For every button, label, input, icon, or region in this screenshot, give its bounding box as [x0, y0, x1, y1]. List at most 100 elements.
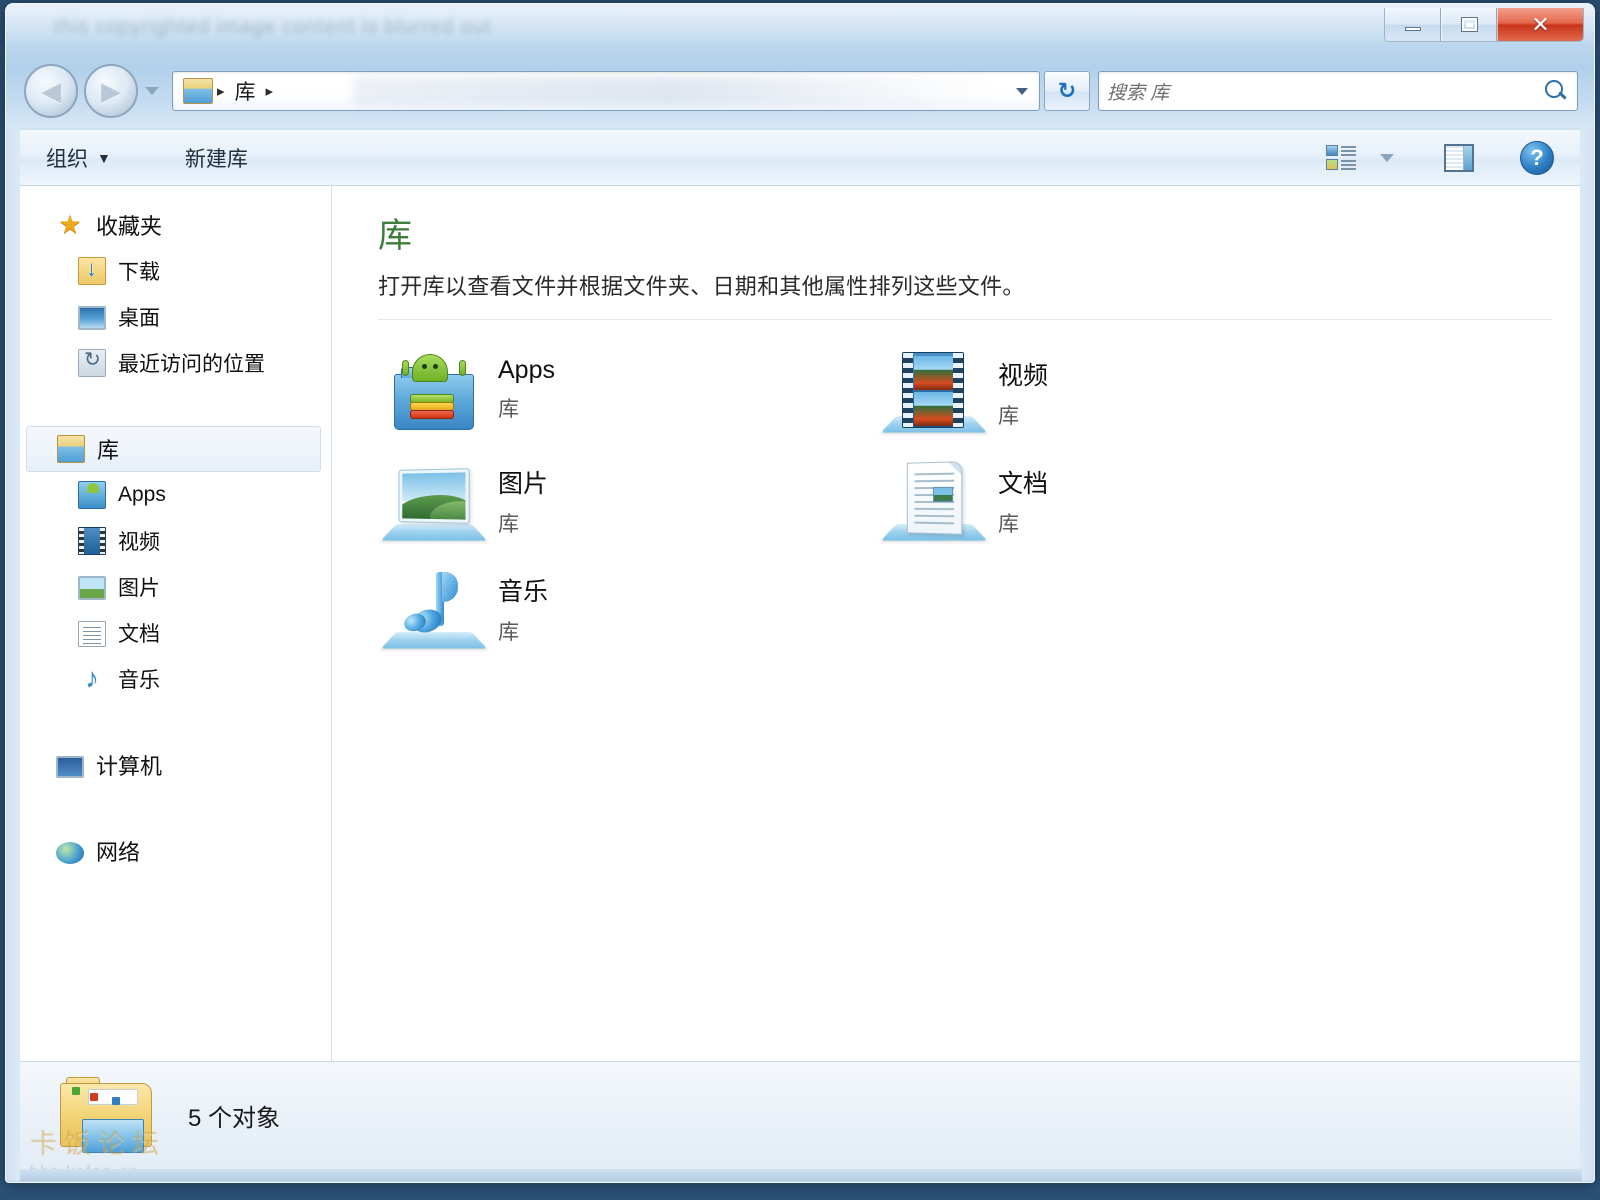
toolbar-right-group: ? [1318, 138, 1582, 178]
sidebar-label-recent-places: 最近访问的位置 [118, 353, 265, 376]
navigation-row: ◀ ▶ ▸ 库 ▸ ↻ 搜索 库 [6, 62, 1594, 120]
music-library-icon [380, 564, 488, 656]
star-icon: ★ [58, 209, 82, 239]
window-controls: ✕ [1384, 8, 1584, 42]
organize-button[interactable]: 组织 ▼ [32, 137, 125, 179]
chevron-down-icon [1380, 153, 1394, 162]
search-input[interactable]: 搜索 库 [1107, 78, 1543, 105]
music-icon: ♪ [85, 663, 99, 693]
library-item-name: 文档 [998, 470, 1049, 498]
computer-icon [56, 755, 84, 778]
recent-places-icon [78, 347, 106, 377]
new-library-button[interactable]: 新建库 [171, 137, 262, 179]
sidebar-label-favorites: 收藏夹 [96, 214, 163, 239]
address-bar[interactable]: ▸ 库 ▸ [172, 71, 1040, 111]
video-icon [78, 527, 106, 555]
back-button[interactable]: ◀ [24, 64, 78, 118]
title-bar[interactable]: this copyrighted image content is blurre… [6, 4, 1594, 52]
explorer-window: this copyrighted image content is blurre… [5, 3, 1595, 1183]
navigation-pane[interactable]: ★ 收藏夹 下载 桌面 最近访问的位置 [20, 186, 332, 1061]
sidebar-item-music[interactable]: ♪ 音乐 [20, 656, 331, 702]
new-library-label: 新建库 [184, 147, 248, 171]
library-icon [57, 435, 85, 463]
nav-group-favorites: ★ 收藏夹 下载 桌面 最近访问的位置 [20, 202, 331, 386]
refresh-button[interactable]: ↻ [1044, 71, 1090, 111]
library-item-text: 文档 库 [998, 456, 1048, 538]
library-item-music[interactable]: 音乐 库 [378, 558, 878, 666]
page-title: 库 [378, 217, 413, 255]
sidebar-item-computer[interactable]: 计算机 [20, 742, 331, 788]
breadcrumb-separator: ▸ [217, 83, 225, 100]
status-bar: 5 个对象 [20, 1061, 1582, 1169]
library-item-text: Apps 库 [498, 348, 555, 423]
documents-library-icon [880, 456, 988, 548]
library-item-name: 图片 [498, 470, 549, 498]
refresh-icon: ↻ [1057, 78, 1077, 103]
library-item-type: 库 [498, 513, 519, 536]
window-right-edge [1580, 128, 1594, 1181]
window-bottom-edge [20, 1169, 1582, 1181]
search-icon[interactable] [1543, 78, 1569, 104]
library-item-pictures[interactable]: 图片 库 [378, 450, 878, 558]
header-divider [378, 319, 1552, 320]
address-dropdown-button[interactable] [1011, 80, 1033, 102]
preview-pane-icon [1444, 143, 1474, 172]
nav-group-libraries: 库 Apps 视频 图片 文档 ♪ 音乐 [20, 426, 331, 702]
apps-icon [78, 481, 106, 509]
address-bar-blur-overlay [353, 76, 993, 106]
sidebar-item-desktop[interactable]: 桌面 [20, 294, 331, 340]
preview-pane-button[interactable] [1436, 138, 1482, 178]
chevron-down-icon: ▼ [97, 149, 111, 166]
folder-group-icon [56, 1075, 160, 1157]
sidebar-label-downloads: 下载 [118, 261, 160, 284]
help-icon: ? [1520, 140, 1554, 175]
restore-button[interactable] [1441, 8, 1497, 41]
library-item-name: 视频 [998, 362, 1049, 390]
library-item-type: 库 [498, 621, 519, 644]
help-button[interactable]: ? [1514, 138, 1560, 178]
sidebar-item-pictures[interactable]: 图片 [20, 564, 331, 610]
library-item-text: 视频 库 [998, 348, 1048, 430]
sidebar-item-favorites[interactable]: ★ 收藏夹 [20, 202, 331, 248]
forward-arrow-icon: ▶ [101, 76, 121, 106]
minimize-icon [1404, 26, 1421, 31]
pictures-library-icon [380, 456, 488, 548]
sidebar-item-documents[interactable]: 文档 [20, 610, 331, 656]
breadcrumb-separator-trailing[interactable]: ▸ [262, 82, 278, 100]
sidebar-item-libraries[interactable]: 库 [26, 426, 321, 472]
search-box[interactable]: 搜索 库 [1098, 71, 1578, 111]
forward-button[interactable]: ▶ [84, 64, 138, 118]
organize-label: 组织 [46, 147, 88, 171]
recent-pages-button[interactable] [140, 64, 164, 118]
sidebar-label-network: 网络 [96, 840, 141, 865]
change-view-button[interactable] [1318, 138, 1364, 178]
minimize-button[interactable] [1385, 8, 1441, 41]
sidebar-item-network[interactable]: 网络 [20, 828, 331, 874]
view-dropdown-button[interactable] [1370, 138, 1404, 178]
sidebar-item-apps[interactable]: Apps [20, 472, 331, 518]
close-button[interactable]: ✕ [1497, 8, 1583, 41]
sidebar-item-recent-places[interactable]: 最近访问的位置 [20, 340, 331, 386]
nav-group-computer: 计算机 [20, 742, 331, 788]
library-item-documents[interactable]: 文档 库 [878, 450, 1378, 558]
sidebar-label-computer: 计算机 [96, 754, 163, 779]
sidebar-item-downloads[interactable]: 下载 [20, 248, 331, 294]
library-item-videos[interactable]: 视频 库 [878, 342, 1378, 450]
sidebar-label-music: 音乐 [118, 669, 160, 692]
library-item-apps[interactable]: Apps 库 [378, 342, 878, 450]
library-breadcrumb-icon [183, 78, 213, 104]
window-left-edge [6, 128, 20, 1181]
chevron-down-icon [145, 87, 159, 95]
sidebar-item-videos[interactable]: 视频 [20, 518, 331, 564]
sidebar-label-documents: 文档 [118, 623, 160, 646]
apps-library-icon [388, 348, 480, 440]
sidebar-label-videos: 视频 [118, 531, 160, 554]
file-list-pane[interactable]: 库 打开库以查看文件并根据文件夹、日期和其他属性排列这些文件。 Apps 库 视… [332, 186, 1582, 1061]
sidebar-label-apps: Apps [118, 483, 166, 506]
library-item-name: Apps [498, 356, 555, 384]
window-title: this copyrighted image content is blurre… [54, 16, 492, 38]
breadcrumb-item-library[interactable]: 库 [229, 76, 262, 106]
